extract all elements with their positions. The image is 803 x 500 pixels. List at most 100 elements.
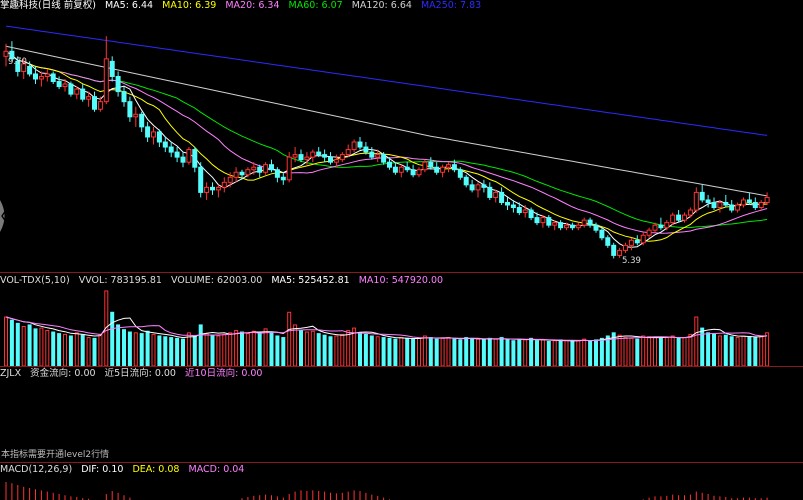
volume-bar [169, 337, 174, 366]
volume-bar [594, 339, 598, 366]
volume-bar [735, 337, 740, 366]
candle [634, 239, 640, 244]
candle [623, 244, 628, 251]
zjlx-flow5: 近5日流向: 0.00 [104, 368, 176, 379]
candle [481, 184, 487, 188]
volume-bar [387, 337, 392, 366]
candle [227, 176, 233, 183]
candle [499, 191, 505, 203]
candle [292, 154, 298, 158]
candle [611, 244, 617, 256]
candle [569, 224, 575, 229]
volume-bar [287, 311, 292, 366]
volume-bar [552, 340, 557, 366]
volume-bar [369, 335, 374, 366]
candle [381, 154, 387, 163]
candle [628, 239, 634, 246]
volume-bar [186, 332, 191, 366]
candle [546, 217, 552, 226]
volume-bar [635, 338, 640, 366]
candle [575, 224, 581, 229]
volume-bar [629, 337, 634, 366]
candle [693, 191, 699, 211]
candle [221, 181, 227, 188]
volume-bar [27, 324, 32, 366]
volume-bar [133, 332, 138, 366]
candle [392, 166, 398, 173]
volume-bar [234, 329, 239, 366]
volume-bar [393, 338, 398, 366]
candle [351, 141, 357, 151]
volume-bar [192, 335, 197, 366]
volume-bar [210, 334, 215, 366]
candle [410, 169, 416, 176]
volume-bar [505, 339, 510, 366]
volume-bar [664, 337, 669, 366]
volume-pane[interactable]: VOL-TDX(5,10) VVOL: 783195.81 VOLUME: 62… [0, 273, 803, 366]
candle [516, 207, 522, 214]
volume-bar [546, 341, 551, 366]
macd-pane[interactable]: MACD(12,26,9) DIF: 0.10 DEA: 0.08 MACD: … [0, 463, 803, 500]
candle [310, 151, 316, 158]
volume-bar [157, 335, 162, 366]
candle [552, 222, 558, 226]
volume-bar [511, 340, 516, 366]
volume-bar [399, 337, 404, 366]
volume-bar [63, 333, 67, 366]
volume-bar [487, 337, 492, 366]
chevron-left-icon[interactable] [0, 196, 10, 236]
volume-bar [535, 340, 539, 366]
volume-bar [759, 335, 764, 366]
candle [699, 191, 705, 201]
volume-bar [688, 333, 693, 366]
vol-ma10-line [5, 316, 768, 342]
volume-bar [51, 331, 56, 366]
candle [752, 201, 758, 209]
volume-bar [428, 337, 433, 366]
candle [493, 191, 499, 198]
volume-bar [658, 337, 663, 366]
candle [487, 186, 493, 198]
volume-bar [299, 329, 303, 366]
candle [363, 146, 369, 153]
candle [44, 73, 50, 77]
candle [174, 151, 180, 158]
volume-bar [4, 316, 8, 366]
candle [540, 217, 546, 224]
volume-bar [86, 337, 91, 366]
price-pane[interactable]: 掌趣科技(日线 前复权) MA5: 6.44 MA10: 6.39 MA20: … [0, 0, 803, 272]
candle [127, 101, 133, 118]
volume-bar [363, 333, 368, 366]
candle [428, 161, 434, 168]
candle [339, 154, 345, 161]
candle [109, 60, 115, 77]
candle [186, 149, 192, 163]
volume-bar [198, 324, 203, 366]
volume-bar [422, 335, 427, 366]
price-chart[interactable] [0, 0, 803, 272]
candle [711, 201, 717, 209]
volume-chart[interactable] [0, 273, 803, 366]
candle [617, 249, 623, 256]
candle [658, 224, 664, 229]
zjlx-pane[interactable]: ZJLX 资金流向: 0.00 近5日流向: 0.00 近10日流向: 0.00… [0, 367, 803, 461]
candle [233, 171, 239, 178]
volume-bar [322, 334, 327, 366]
volume-bar [440, 337, 445, 366]
candle [322, 154, 328, 158]
volume-bar [717, 335, 722, 366]
volume-bar [269, 331, 274, 366]
volume-bar [582, 338, 587, 366]
candle [280, 176, 286, 181]
candle [717, 201, 723, 209]
candle [652, 224, 658, 231]
candle [375, 154, 381, 158]
volume-bar [240, 331, 244, 366]
candle [735, 204, 741, 211]
candle [451, 164, 457, 171]
volume-bar [281, 337, 286, 366]
volume-bar [57, 333, 62, 366]
candle [369, 151, 375, 158]
macd-chart[interactable] [0, 463, 803, 500]
candle [729, 204, 735, 211]
